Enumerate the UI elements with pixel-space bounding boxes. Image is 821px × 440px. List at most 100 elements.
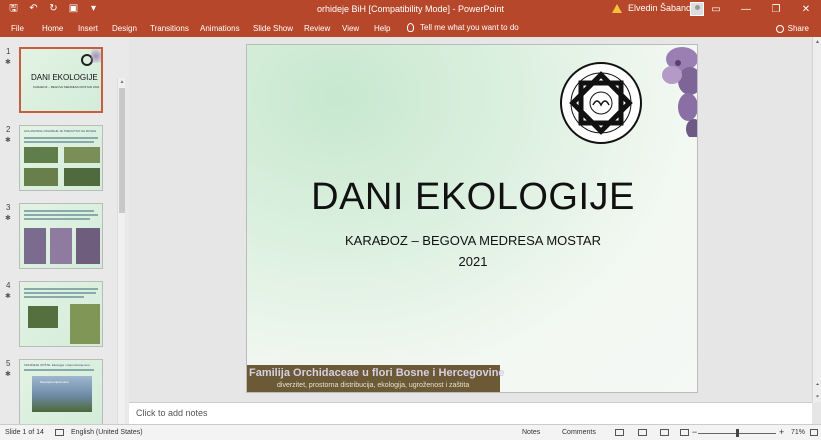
thumb-photo xyxy=(28,306,58,328)
orchid-flower-image xyxy=(662,47,697,137)
thumbnail-slide-5[interactable]: ORHIDEJE OPŠTE: Ekologija i rasprostranj… xyxy=(19,359,103,425)
lightbulb-icon xyxy=(407,23,414,32)
fit-slide-icon[interactable] xyxy=(810,429,818,436)
next-slide-icon[interactable]: ⏷ xyxy=(813,394,821,400)
thumb-text-line xyxy=(24,137,98,139)
present-icon[interactable]: ▣ xyxy=(68,3,79,14)
window-controls: ▭ — ❐ ✕ xyxy=(701,0,821,19)
tab-review[interactable]: Review xyxy=(304,24,330,33)
tab-file[interactable]: File xyxy=(11,24,24,33)
tab-animations[interactable]: Animations xyxy=(200,24,240,33)
tab-slide-show[interactable]: Slide Show xyxy=(253,24,293,33)
transition-star-icon: ✱ xyxy=(5,59,11,66)
medresa-seal-logo xyxy=(560,62,642,144)
transition-star-icon: ✱ xyxy=(5,137,11,144)
thumbnail-slide-3[interactable] xyxy=(19,203,103,269)
thumb-number: 4 xyxy=(6,281,11,290)
zoom-slider-handle[interactable] xyxy=(736,429,739,437)
thumb-photo xyxy=(64,168,100,186)
tab-home[interactable]: Home xyxy=(42,24,63,33)
zoom-out-icon[interactable]: − xyxy=(692,427,697,437)
minimize-button[interactable]: — xyxy=(731,0,761,19)
tell-me-search[interactable]: Tell me what you want to do xyxy=(407,23,519,32)
thumb-text-line xyxy=(24,214,98,216)
thumb-text-line xyxy=(24,288,98,290)
tab-design[interactable]: Design xyxy=(112,24,137,33)
thumb-photo xyxy=(24,147,58,163)
thumb-subtitle: KARAĐOZ – BEGOVA MEDRESA MOSTAR 2021 xyxy=(33,85,100,89)
banner-title: Familija Orchidaceae u flori Bosne i Her… xyxy=(249,367,505,379)
slide-thumbnails-pane: 1 ✱ DANI EKOLOGIJE KARAĐOZ – BEGOVA MEDR… xyxy=(0,37,129,440)
scroll-thumb[interactable] xyxy=(119,88,125,213)
customize-icon[interactable]: ▾ xyxy=(88,3,99,14)
scroll-up-icon[interactable]: ▲ xyxy=(813,39,821,45)
user-area[interactable]: Elvedin Šabanović xyxy=(612,3,702,13)
thumbnails-scrollbar[interactable]: ▲ ▼ xyxy=(117,78,125,440)
share-label: Share xyxy=(787,24,809,33)
thumb-header: HOLANDSKE ORHIDEJE JE TRENUTNO NA RUSKE xyxy=(24,129,97,133)
thumbnail-slide-1[interactable]: DANI EKOLOGIJE KARAĐOZ – BEGOVA MEDRESA … xyxy=(19,47,103,113)
zoom-in-icon[interactable]: + xyxy=(779,427,784,437)
notes-toggle-button[interactable]: Notes xyxy=(522,429,540,436)
thumbnail-slide-4[interactable] xyxy=(19,281,103,347)
thumb-text-line xyxy=(24,141,94,143)
thumb-number: 3 xyxy=(6,203,11,212)
thumbnail-slide-2[interactable]: HOLANDSKE ORHIDEJE JE TRENUTNO NA RUSKE xyxy=(19,125,103,191)
comments-toggle-button[interactable]: Comments xyxy=(562,429,596,436)
transition-star-icon: ✱ xyxy=(5,293,11,300)
slide-banner[interactable]: Familija Orchidaceae u flori Bosne i Her… xyxy=(247,365,505,392)
tab-insert[interactable]: Insert xyxy=(78,24,98,33)
thumb-photo xyxy=(70,304,100,344)
status-bar: Slide 1 of 14 English (United States) No… xyxy=(0,424,821,440)
restore-button[interactable]: ❐ xyxy=(761,0,791,19)
share-icon xyxy=(775,24,784,33)
thumb-photo xyxy=(24,228,46,264)
quick-access-toolbar: 🖫 ↶ ↻ ▣ ▾ xyxy=(8,3,99,14)
banner-subtitle: diverzitet, prostorna distribucija, ekol… xyxy=(277,382,470,389)
thumb-text-line xyxy=(24,296,84,298)
thumb-text-line xyxy=(24,210,94,212)
flower-image xyxy=(91,49,101,63)
thumb-number: 2 xyxy=(6,125,11,134)
zoom-level[interactable]: 71% xyxy=(791,429,805,436)
previous-slide-icon[interactable]: ⏶ xyxy=(813,382,821,388)
undo-icon[interactable]: ↶ xyxy=(28,3,39,14)
slide-subtitle[interactable]: KARAĐOZ – BEGOVA MEDRESA MOSTAR xyxy=(247,233,697,248)
notes-pane[interactable]: Click to add notes xyxy=(129,402,812,424)
slide-counter: Slide 1 of 14 xyxy=(5,429,44,436)
reading-view-icon[interactable] xyxy=(660,429,669,436)
title-bar: 🖫 ↶ ↻ ▣ ▾ orhideje BiH [Compatibility Mo… xyxy=(0,0,821,19)
save-icon[interactable]: 🖫 xyxy=(8,3,19,14)
transition-star-icon: ✱ xyxy=(5,371,11,378)
tab-transitions[interactable]: Transitions xyxy=(150,24,189,33)
thumb-caption: Meseljeka Ilijahovaca xyxy=(40,380,69,384)
close-button[interactable]: ✕ xyxy=(791,0,821,19)
tab-view[interactable]: View xyxy=(342,24,359,33)
ribbon-display-options-button[interactable]: ▭ xyxy=(701,0,731,19)
editing-area-scrollbar[interactable]: ▲ ⏶ ⏷ xyxy=(812,37,821,402)
share-button[interactable]: Share xyxy=(775,24,809,33)
tab-help[interactable]: Help xyxy=(374,24,390,33)
warning-icon xyxy=(612,3,622,13)
normal-view-icon[interactable] xyxy=(615,429,624,436)
thumb-number: 5 xyxy=(6,359,11,368)
thumb-photo xyxy=(24,168,58,186)
thumb-text-line xyxy=(24,369,94,371)
thumb-text-line xyxy=(24,292,96,294)
slide-title[interactable]: DANI EKOLOGIJE xyxy=(247,176,697,219)
scroll-up-icon[interactable]: ▲ xyxy=(118,78,126,86)
thumb-header: ORHIDEJE OPŠTE: Ekologija i rasprostranj… xyxy=(24,363,90,367)
thumb-photo xyxy=(76,228,100,264)
transition-star-icon: ✱ xyxy=(5,215,11,222)
tell-me-label: Tell me what you want to do xyxy=(420,23,519,32)
language-indicator[interactable]: English (United States) xyxy=(71,429,143,436)
spelling-check-icon[interactable] xyxy=(55,429,64,436)
notes-placeholder: Click to add notes xyxy=(136,408,208,418)
slide-year[interactable]: 2021 xyxy=(247,254,697,269)
current-slide[interactable]: DANI EKOLOGIJE KARAĐOZ – BEGOVA MEDRESA … xyxy=(246,44,698,393)
slideshow-view-icon[interactable] xyxy=(680,429,689,436)
slide-sorter-icon[interactable] xyxy=(638,429,647,436)
redo-icon[interactable]: ↻ xyxy=(48,3,59,14)
thumb-photo xyxy=(64,147,100,163)
thumb-title: DANI EKOLOGIJE xyxy=(31,73,98,82)
